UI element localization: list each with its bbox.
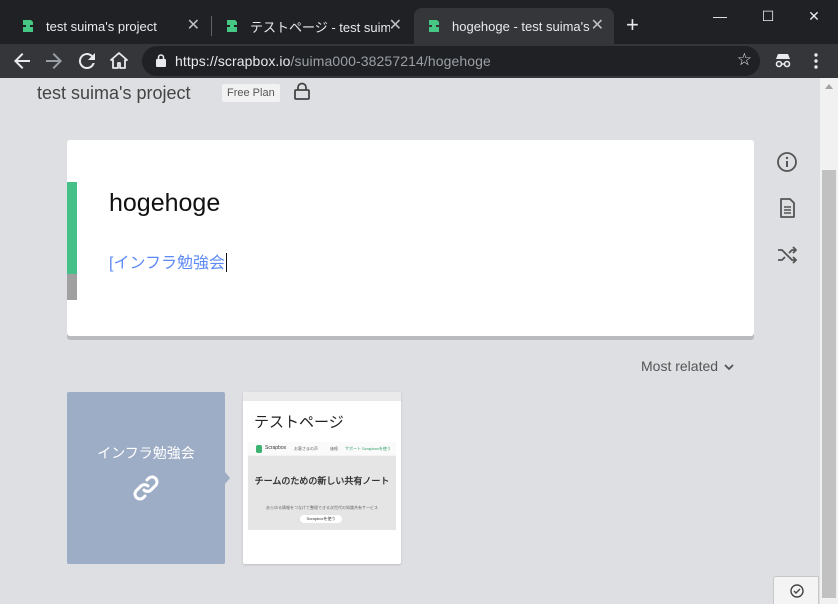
page-thumbnail: Scrapbox お客さまの声 価格 サポート Scrapboxを使う チームの… (248, 442, 396, 530)
scrapbox-favicon-icon (23, 20, 33, 32)
vertical-scrollbar[interactable] (820, 78, 838, 604)
thumbnail-nav-item: Scrapboxを使う (362, 446, 391, 451)
minimize-icon[interactable]: — (697, 4, 743, 28)
text-cursor (225, 253, 227, 272)
related-page-card[interactable]: テストページ Scrapbox お客さまの声 価格 サポート Scrapboxを… (243, 392, 401, 564)
tab-project[interactable]: test suima's project ✕ (8, 8, 210, 44)
info-icon[interactable] (775, 150, 799, 174)
tab-hogehoge[interactable]: hogehoge - test suima's p ✕ (414, 8, 614, 44)
browser-toolbar: https://scrapbox.io/suima000-38257214/ho… (0, 44, 838, 78)
related-page-title: テストページ (254, 414, 344, 431)
page-link-line[interactable]: [インフラ勉強会 (109, 249, 227, 273)
url-host: https://scrapbox.io (175, 53, 291, 69)
card-top-strip (243, 392, 401, 401)
scrollbar-thumb[interactable] (822, 170, 836, 598)
reload-icon[interactable] (75, 49, 99, 73)
tab-close-icon[interactable]: ✕ (187, 17, 200, 35)
url-text[interactable]: https://scrapbox.io/suima000-38257214/ho… (175, 53, 491, 69)
project-lock-icon[interactable] (293, 82, 311, 100)
project-name[interactable]: test suima's project (37, 83, 191, 104)
url-path: /suima000-38257214/hogehoge (290, 53, 491, 69)
tab-title: hogehoge - test suima's p (452, 18, 592, 34)
title-bar: test suima's project ✕ テストページ - test sui… (0, 0, 838, 44)
incognito-icon[interactable] (771, 49, 795, 73)
related-sort-label: Most related (641, 358, 719, 374)
plan-badge[interactable]: Free Plan (222, 84, 280, 102)
thumbnail-nav-item: サポート (345, 446, 361, 451)
bookmark-star-icon[interactable]: ☆ (737, 50, 752, 70)
maximize-icon[interactable]: ☐ (745, 4, 791, 28)
page-viewport: test suima's project Free Plan hogehoge … (0, 78, 820, 604)
tab-close-icon[interactable]: ✕ (591, 17, 604, 35)
cursor-line-marker (67, 274, 77, 300)
tab-title: test suima's project (46, 18, 157, 34)
page-link-text[interactable]: [インフラ勉強会 (109, 255, 225, 272)
floating-check-button[interactable] (773, 576, 819, 604)
thumbnail-hero: チームのための新しい共有ノート あらゆる情報をつなげて整理できる次世代の知識共有… (248, 456, 396, 530)
tab-close-icon[interactable]: ✕ (389, 17, 402, 35)
close-window-icon[interactable]: ✕ (791, 4, 837, 28)
check-circle-icon (790, 584, 804, 598)
menu-kebab-icon[interactable] (804, 49, 828, 73)
link-card-arrow (225, 472, 230, 484)
scrapbox-favicon-icon (227, 20, 237, 32)
scroll-up-arrow-icon[interactable] (825, 84, 833, 89)
title-line-marker (67, 182, 77, 274)
thumbnail-cta: Scrapboxを使う (300, 515, 342, 523)
address-bar[interactable]: https://scrapbox.io/suima000-38257214/ho… (142, 46, 760, 76)
home-icon[interactable] (107, 49, 131, 73)
thumbnail-nav-item: お客さまの声 (294, 446, 318, 451)
page-editor-card[interactable]: hogehoge [インフラ勉強会 (67, 140, 754, 336)
forward-icon[interactable] (42, 49, 66, 73)
back-icon[interactable] (10, 49, 34, 73)
page-title[interactable]: hogehoge (109, 189, 220, 218)
scrapbox-favicon-icon (429, 20, 439, 32)
link-icon (133, 475, 159, 501)
thumbnail-headline: チームのための新しい共有ノート (254, 476, 390, 486)
thumbnail-subline: あらゆる情報をつなげて整理できる次世代の知識共有サービス (266, 505, 378, 510)
related-link-card[interactable]: インフラ勉強会 (67, 392, 230, 564)
document-icon[interactable] (775, 196, 799, 220)
secure-lock-icon (156, 54, 166, 67)
related-sort-dropdown[interactable]: Most related (641, 358, 734, 374)
tab-test-page[interactable]: テストページ - test suima's p ✕ (212, 8, 412, 44)
link-card-title: インフラ勉強会 (97, 445, 195, 461)
thumbnail-logo-icon (256, 445, 262, 453)
chevron-down-icon (724, 364, 734, 371)
thumbnail-brand: Scrapbox (265, 445, 287, 451)
new-tab-button[interactable]: + (626, 14, 639, 36)
shuffle-icon[interactable] (775, 243, 799, 267)
thumbnail-nav-item: 価格 (330, 446, 338, 451)
tab-title: テストページ - test suima's p (250, 19, 390, 35)
